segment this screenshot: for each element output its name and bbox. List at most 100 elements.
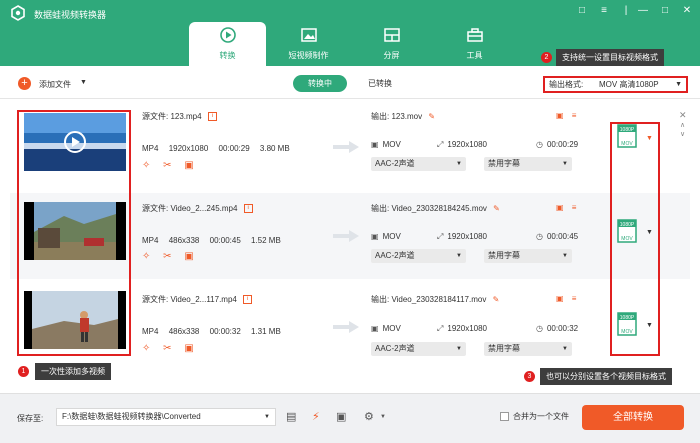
save-path-value: F:\数据蛙\数据蛙视频转换器\Converted	[62, 412, 201, 421]
compare-icon[interactable]: ≡	[572, 294, 577, 303]
output-file-name: 输出: 123.mov ✎	[371, 111, 435, 122]
save-path-select[interactable]: F:\数据蛙\数据蛙视频转换器\Converted ▼	[56, 408, 276, 426]
arrow-right-icon	[333, 321, 359, 333]
film-icon: ▣	[371, 232, 379, 241]
output-duration: ◷ 00:00:29	[536, 140, 579, 149]
info-icon[interactable]: ▣	[556, 111, 564, 120]
compare-icon[interactable]: ≡	[572, 111, 577, 120]
rename-icon[interactable]: ✎	[493, 204, 500, 213]
source-resolution: 1920x1080	[168, 144, 209, 153]
output-format-value: MOV 高清1080P	[599, 80, 659, 89]
merge-label: 合并为一个文件	[513, 412, 569, 421]
menu-icon[interactable]: ≡	[597, 4, 611, 18]
source-meta: MP4 1920x1080 00:00:29 3.80 MB	[142, 144, 298, 153]
tooltip-unified-format: 支持统一设置目标视频格式	[556, 49, 664, 66]
tab-short-video[interactable]: 短视频制作	[270, 22, 347, 66]
output-format: ▣ MOV	[371, 324, 401, 333]
source-format: MP4	[142, 144, 159, 153]
maximize-icon[interactable]: □	[658, 4, 672, 18]
separator-icon: |	[624, 5, 628, 16]
tip-badge-2: 2	[541, 52, 552, 63]
source-format: MP4	[142, 236, 159, 245]
source-meta: MP4 486x338 00:00:32 1.31 MB	[142, 327, 289, 336]
info-icon[interactable]: i	[243, 204, 253, 214]
chevron-down-icon: ▼	[675, 81, 682, 88]
chevron-down-icon: ▼	[456, 253, 462, 259]
chevron-down-icon[interactable]: ▼	[380, 414, 386, 420]
folder-icon[interactable]: ▤	[286, 410, 296, 423]
minimize-icon[interactable]: —	[636, 4, 650, 18]
output-resolution: ⤢ 1920x1080	[437, 324, 487, 333]
output-format-select[interactable]: 输出格式: MOV 高清1080P ▼	[543, 76, 688, 93]
edit-video-icon[interactable]: ▣	[184, 251, 193, 262]
source-meta: MP4 486x338 00:00:45 1.52 MB	[142, 236, 289, 245]
output-file-label: 输出: Video_230328184117.mov	[371, 295, 487, 304]
output-duration: ◷ 00:00:32	[536, 324, 579, 333]
edit-video-icon[interactable]: ▣	[184, 160, 193, 171]
rename-icon[interactable]: ✎	[493, 295, 500, 304]
output-file-label: 输出: 123.mov	[371, 112, 423, 121]
output-format: ▣ MOV	[371, 232, 401, 241]
tab-toolbox[interactable]: 工具	[436, 22, 513, 66]
edit-video-icon[interactable]: ▣	[184, 343, 193, 354]
cut-icon[interactable]: ✂	[163, 251, 171, 262]
audio-track-select[interactable]: AAC-2声道 ▼	[371, 157, 466, 171]
output-tools: ▣ ≡	[556, 294, 582, 303]
enhance-icon[interactable]: ✧	[142, 343, 150, 354]
output-file-name: 输出: Video_230328184117.mov ✎	[371, 294, 499, 305]
arrow-right-icon	[333, 141, 359, 153]
settings-gear-icon[interactable]: ⚙	[364, 410, 374, 423]
convert-icon	[219, 27, 236, 43]
source-file-label: 源文件: Video_2...117.mp4	[142, 295, 237, 304]
film-icon: ▣	[371, 324, 379, 333]
compare-icon[interactable]: ≡	[572, 203, 577, 212]
clock-icon: ◷	[536, 140, 543, 149]
close-icon[interactable]: ✕	[680, 4, 694, 18]
tip-badge-3: 3	[524, 371, 535, 382]
output-resolution: ⤢ 1920x1080	[437, 140, 487, 149]
convert-all-button[interactable]: 全部转换	[582, 405, 684, 430]
enhance-icon[interactable]: ✧	[142, 251, 150, 262]
highlight-thumbnails	[17, 110, 131, 356]
subtitle-select[interactable]: 禁用字幕 ▼	[484, 342, 572, 356]
tab-split-screen[interactable]: 分屏	[353, 22, 430, 66]
rename-icon[interactable]: ✎	[428, 112, 435, 121]
toolbox-icon	[466, 28, 483, 42]
add-file-dropdown-icon[interactable]: ▼	[80, 79, 87, 86]
tab-converted[interactable]: 已转换	[357, 75, 403, 92]
cut-icon[interactable]: ✂	[163, 343, 171, 354]
add-file-button[interactable]: 添加文件	[39, 79, 71, 90]
gpu-icon[interactable]: ▣	[336, 410, 346, 423]
info-icon[interactable]: i	[207, 112, 217, 122]
chevron-down-icon: ▼	[562, 346, 568, 352]
checkbox-icon[interactable]	[500, 412, 509, 422]
info-icon[interactable]: ▣	[556, 203, 564, 212]
enhance-icon[interactable]: ✧	[142, 160, 150, 171]
audio-track-select[interactable]: AAC-2声道 ▼	[371, 249, 466, 263]
output-duration: ◷ 00:00:45	[536, 232, 579, 241]
merge-checkbox[interactable]: 合并为一个文件	[500, 411, 569, 422]
resize-icon: ⤢	[437, 232, 444, 241]
app-logo-icon	[11, 5, 25, 21]
audio-track-select[interactable]: AAC-2声道 ▼	[371, 342, 466, 356]
cut-icon[interactable]: ✂	[163, 160, 171, 171]
arrow-right-icon	[333, 230, 359, 242]
source-size: 1.31 MB	[251, 327, 281, 336]
chevron-down-icon: ▼	[264, 414, 270, 420]
feedback-icon[interactable]: □	[575, 4, 589, 18]
info-icon[interactable]: ▣	[556, 294, 564, 303]
highlight-target-formats	[610, 122, 660, 356]
source-resolution: 486x338	[168, 236, 200, 245]
add-file-plus-icon[interactable]: +	[18, 77, 31, 90]
info-icon[interactable]: i	[243, 295, 253, 305]
tab-convert[interactable]: 转换	[189, 22, 266, 66]
subtitle-select[interactable]: 禁用字幕 ▼	[484, 157, 572, 171]
hardware-accel-icon[interactable]: ⚡	[312, 410, 320, 423]
tab-converting[interactable]: 转换中	[293, 75, 347, 92]
output-resolution: ⤢ 1920x1080	[437, 232, 487, 241]
source-file-label: 源文件: 123.mp4	[142, 112, 202, 121]
source-file-name: 源文件: 123.mp4 i	[142, 111, 217, 122]
split-screen-icon	[383, 28, 400, 42]
subtitle-select[interactable]: 禁用字幕 ▼	[484, 249, 572, 263]
tip-badge-1: 1	[18, 366, 29, 377]
